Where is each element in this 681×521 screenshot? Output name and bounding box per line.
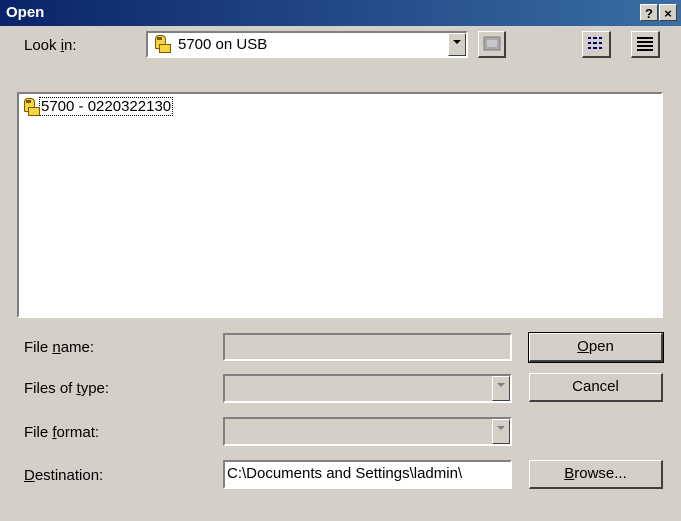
file-format-dropdown[interactable] <box>223 417 512 446</box>
cancel-button[interactable]: Cancel <box>529 373 663 402</box>
destination-label: Destination: <box>24 467 104 484</box>
list-view-button[interactable] <box>582 31 611 58</box>
details-view-button[interactable] <box>631 31 660 58</box>
window-title: Open <box>6 4 45 21</box>
close-button[interactable]: × <box>659 4 677 21</box>
up-folder-icon <box>483 36 500 51</box>
up-folder-button[interactable] <box>478 31 506 58</box>
browse-button[interactable]: Browse... <box>529 460 663 489</box>
chevron-down-icon[interactable] <box>492 376 510 401</box>
list-item[interactable]: 5700 - 0220322130 <box>21 97 174 117</box>
chevron-down-icon[interactable] <box>448 33 466 56</box>
usb-drive-icon <box>21 98 40 117</box>
destination-field[interactable]: C:\Documents and Settings\ladmin\ <box>223 460 512 489</box>
files-of-type-dropdown[interactable] <box>223 374 512 403</box>
details-view-icon <box>637 37 653 51</box>
file-format-label: File format: <box>24 424 100 441</box>
chevron-down-icon[interactable] <box>492 419 510 444</box>
usb-drive-icon <box>152 35 171 53</box>
file-list[interactable]: 5700 - 0220322130 <box>17 92 663 318</box>
file-name-field[interactable] <box>223 333 512 361</box>
look-in-label: Look in: <box>24 37 77 54</box>
list-item-label: 5700 - 0220322130 <box>39 97 174 116</box>
title-bar[interactable]: Open ? × <box>0 0 681 26</box>
file-name-label: File name: <box>24 339 95 356</box>
files-of-type-label: Files of type: <box>24 380 110 397</box>
help-button[interactable]: ? <box>640 4 658 21</box>
look-in-dropdown[interactable]: 5700 on USB <box>146 31 468 58</box>
open-button[interactable]: Open <box>528 332 664 363</box>
look-in-value: 5700 on USB <box>178 36 268 53</box>
list-view-icon <box>588 37 602 49</box>
